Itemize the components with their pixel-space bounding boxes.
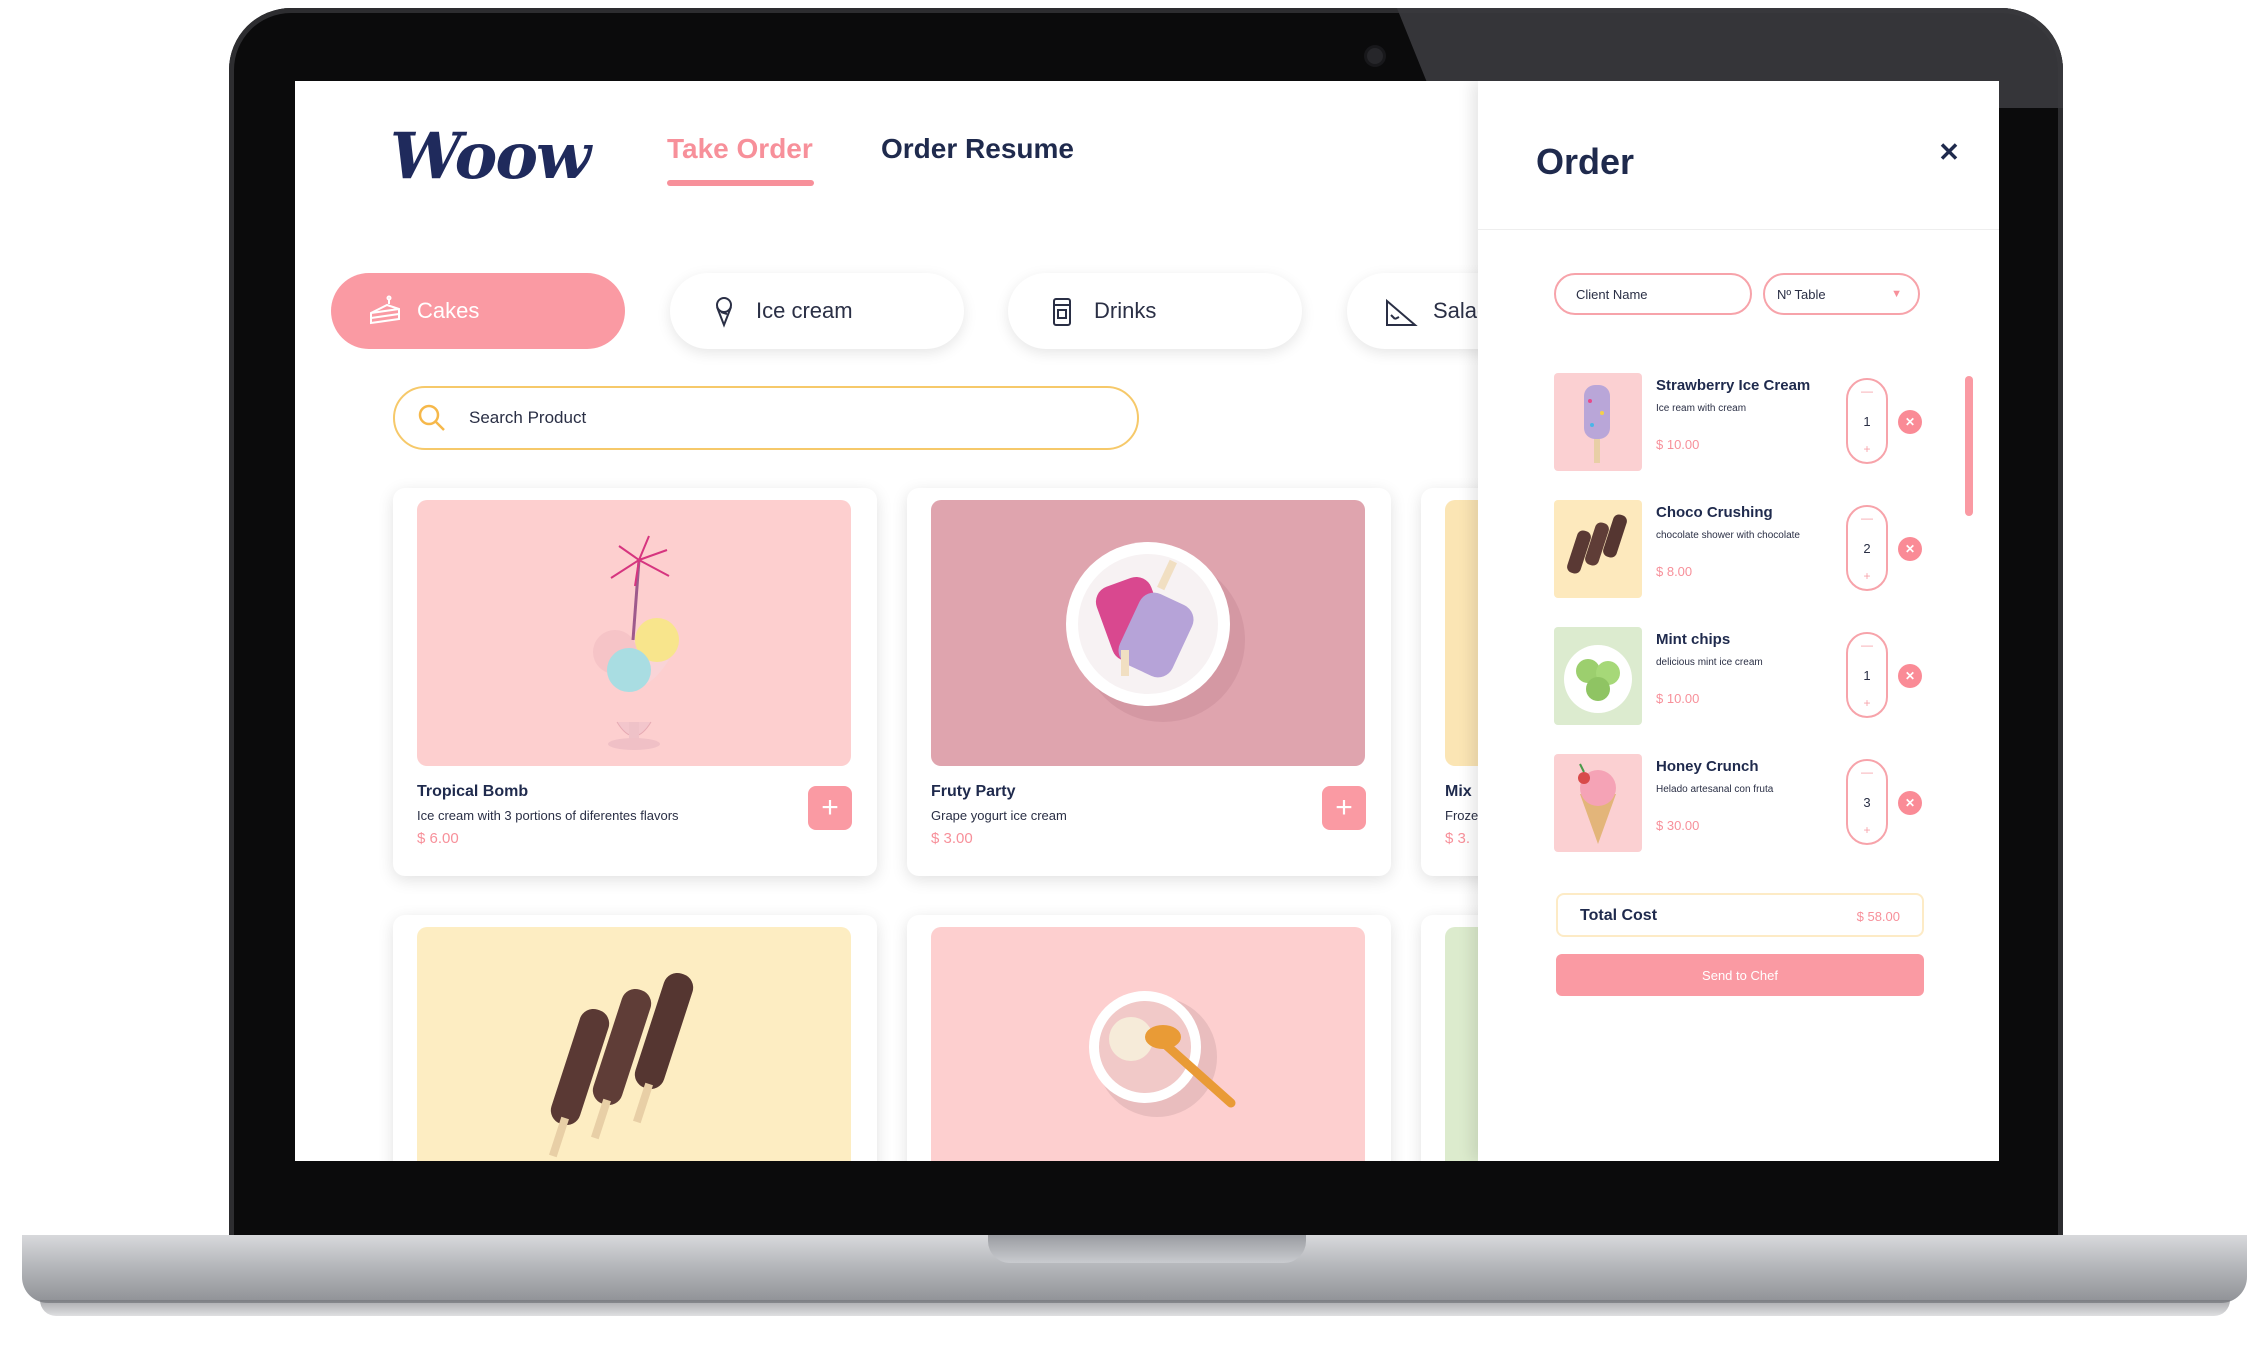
order-item-description: chocolate shower with chocolate [1656,530,1800,541]
order-item: Honey Crunch Helado artesanal con fruta … [1554,754,1924,854]
order-title: Order [1536,141,1635,182]
product-name: Mix [1445,783,1472,800]
category-cakes[interactable]: Cakes [331,273,625,349]
product-image [417,927,851,1161]
search-icon [418,404,445,431]
quantity-value: 1 [1863,414,1871,429]
quantity-value: 3 [1863,795,1871,810]
product-description: Froze [1445,808,1479,823]
webcam [1367,48,1383,64]
quantity-stepper: — 1 + [1846,378,1888,464]
product-image [417,500,851,766]
order-item-name: Honey Crunch [1656,758,1759,775]
product-card[interactable] [393,915,877,1161]
order-item-name: Choco Crushing [1656,504,1773,521]
order-item-name: Strawberry Ice Cream [1656,377,1811,394]
product-card[interactable]: Fruty Party Grape yogurt ice cream $ 3.0… [907,488,1391,876]
product-description: Grape yogurt ice cream [931,808,1067,823]
quantity-value: 2 [1863,541,1871,556]
decrease-button[interactable]: — [1848,511,1886,525]
search-bar [393,386,1139,450]
order-item-price: $ 10.00 [1656,691,1700,706]
order-item-image [1554,373,1642,471]
quantity-value: 1 [1863,668,1871,683]
add-product-button[interactable]: + [808,786,852,830]
product-card[interactable] [907,915,1391,1161]
total-cost-label: Total Cost [1580,907,1658,924]
decrease-button[interactable]: — [1848,765,1886,779]
total-cost-box: Total Cost $ 58.00 [1556,893,1924,937]
table-select[interactable]: Nº Table ▼ [1763,273,1920,315]
order-item-image [1554,500,1642,598]
laptop-notch [988,1235,1306,1263]
order-item-image [1554,627,1642,725]
order-item-price: $ 8.00 [1656,564,1693,579]
table-select-value: Nº Table [1777,286,1826,302]
quantity-stepper: — 2 + [1846,505,1888,591]
divider [1478,229,1999,230]
total-cost-value: $ 58.00 [1856,909,1900,924]
remove-item-button[interactable]: ✕ [1898,537,1922,561]
product-description: Ice cream with 3 portions of diferentes … [417,808,679,823]
laptop-base-shadow [40,1300,2230,1316]
product-price: $ 3.00 [931,830,973,847]
add-product-button[interactable]: + [1322,786,1366,830]
product-card[interactable]: Tropical Bomb Ice cream with 3 portions … [393,488,877,876]
logo: Woow [390,119,591,194]
search-input[interactable] [469,408,1069,428]
remove-item-button[interactable]: ✕ [1898,664,1922,688]
product-image [931,500,1365,766]
increase-button[interactable]: + [1848,823,1886,837]
quantity-stepper: — 1 + [1846,632,1888,718]
salad-icon [1386,298,1418,326]
order-item: Mint chips delicious mint ice cream $ 10… [1554,627,1924,727]
product-name: Fruty Party [931,783,1016,800]
order-item-price: $ 10.00 [1656,437,1700,452]
order-item-description: Ice ream with cream [1656,403,1747,414]
product-price: $ 3. [1445,830,1471,847]
increase-button[interactable]: + [1848,442,1886,456]
order-item-name: Mint chips [1656,631,1731,648]
order-item-description: delicious mint ice cream [1656,657,1763,668]
order-item: Strawberry Ice Cream Ice ream with cream… [1554,373,1924,473]
drink-icon [1053,298,1071,326]
app-screen: Woow Take Order Order Resume Cakes Ice c… [295,81,1999,1161]
category-label: Cakes [417,298,480,323]
order-item-image [1554,754,1642,852]
order-panel: Order ✕ Nº Table ▼ Strawberry Ice Cream … [1478,81,1999,1161]
remove-item-button[interactable]: ✕ [1898,791,1922,815]
category-label: Ice cream [756,298,853,323]
product-name: Tropical Bomb [417,783,529,800]
tab-take-order[interactable]: Take Order [667,133,813,165]
chevron-down-icon: ▼ [1891,288,1902,300]
product-price: $ 6.00 [417,830,459,847]
product-image [931,927,1365,1161]
order-item-description: Helado artesanal con fruta [1656,784,1774,795]
category-drinks[interactable]: Drinks [1008,273,1302,349]
increase-button[interactable]: + [1848,696,1886,710]
quantity-stepper: — 3 + [1846,759,1888,845]
close-icon[interactable]: ✕ [1934,137,1964,167]
ice-cream-icon [716,297,732,328]
tab-order-resume[interactable]: Order Resume [881,133,1074,165]
cake-icon [370,295,400,325]
increase-button[interactable]: + [1848,569,1886,583]
order-item: Choco Crushing chocolate shower with cho… [1554,500,1924,600]
category-ice-cream[interactable]: Ice cream [670,273,964,349]
decrease-button[interactable]: — [1848,384,1886,398]
category-label: Drinks [1094,298,1157,323]
remove-item-button[interactable]: ✕ [1898,410,1922,434]
active-tab-indicator [667,180,814,186]
client-name-input[interactable] [1554,273,1752,315]
order-item-price: $ 30.00 [1656,818,1700,833]
decrease-button[interactable]: — [1848,638,1886,652]
scrollbar[interactable] [1965,376,1973,516]
send-to-chef-button[interactable]: Send to Chef [1556,954,1924,996]
